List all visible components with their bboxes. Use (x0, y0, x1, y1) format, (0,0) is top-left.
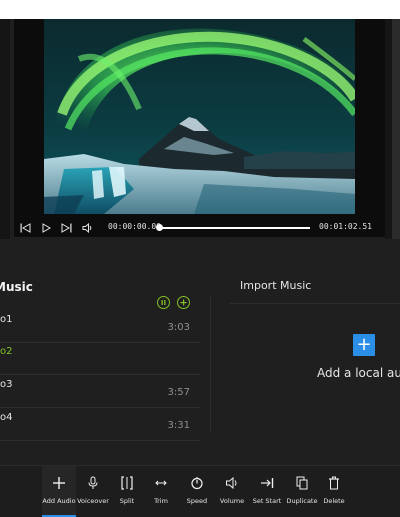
volume-label: Volume (219, 497, 245, 505)
speed-label: Speed (186, 497, 208, 505)
duplicate-label: Duplicate (286, 497, 318, 505)
list-item[interactable]: o2 (0, 342, 200, 375)
delete-icon (318, 476, 350, 492)
add-local-audio-button[interactable]: + (353, 334, 375, 356)
delete-label: Delete (323, 497, 345, 505)
track-duration: 3:57 (167, 387, 190, 398)
next-frame-icon (61, 223, 71, 233)
plus-circle-icon (180, 299, 187, 306)
window-top-strip (0, 0, 400, 19)
trim-label: Trim (154, 497, 168, 505)
speed-icon (178, 476, 216, 492)
volume-tool-button[interactable]: Volume (216, 466, 248, 517)
set-start-icon (248, 476, 286, 492)
duplicate-icon (286, 476, 318, 492)
volume-button[interactable] (80, 219, 94, 237)
panel-divider (210, 295, 211, 433)
volume-icon (82, 223, 91, 233)
duplicate-button[interactable]: Duplicate (286, 466, 318, 517)
speed-button[interactable]: Speed (178, 466, 216, 517)
track-duration: 3:31 (167, 420, 190, 431)
track-duration: 3:03 (167, 322, 190, 333)
track-name: o1 (0, 314, 13, 325)
pause-track-button[interactable] (157, 296, 170, 309)
microphone-icon (76, 476, 110, 492)
add-audio-button[interactable]: Add Audio (42, 466, 76, 517)
import-divider (230, 303, 400, 304)
previous-frame-button[interactable] (18, 219, 32, 237)
import-music-title: Import Music (240, 279, 312, 292)
current-time: 00:00:00.00 (108, 222, 161, 231)
set-start-label: Set Start (252, 497, 282, 505)
track-name: o4 (0, 412, 13, 423)
next-frame-button[interactable] (59, 219, 73, 237)
plus-icon (42, 476, 76, 492)
list-item[interactable]: o3 3:57 (0, 375, 200, 408)
set-start-button[interactable]: Set Start (248, 466, 286, 517)
right-panel-sliver (392, 19, 400, 239)
add-local-audio-label[interactable]: Add a local au (317, 366, 400, 380)
seek-thumb[interactable] (156, 224, 163, 231)
bottom-toolbar: Add Audio Voiceover Split Trim Speed Vol… (0, 465, 400, 517)
video-player: 00:00:00.00 00:01:02.51 (14, 19, 385, 237)
music-panel: Music o1 3:03 o2 o3 3:57 o4 3:31 Imp (0, 253, 400, 465)
add-track-button[interactable] (177, 296, 190, 309)
seek-bar[interactable] (160, 227, 310, 229)
volume-icon (216, 476, 248, 492)
total-time: 00:01:02.51 (319, 222, 372, 231)
track-name: o2 (0, 346, 13, 357)
trim-button[interactable]: Trim (144, 466, 178, 517)
video-preview[interactable] (44, 19, 355, 214)
list-item[interactable]: o1 3:03 (0, 310, 200, 343)
delete-button[interactable]: Delete (318, 466, 350, 517)
pause-icon (161, 300, 166, 305)
left-edge (0, 19, 10, 239)
plus-icon: + (356, 334, 372, 355)
split-label: Split (119, 497, 135, 505)
previous-frame-icon (20, 223, 30, 233)
music-title: Music (0, 280, 33, 294)
list-item[interactable]: o4 3:31 (0, 408, 200, 441)
playback-controls: 00:00:00.00 00:01:02.51 (14, 219, 385, 237)
aurora-landscape-image (44, 19, 355, 214)
play-button[interactable] (39, 219, 53, 237)
split-button[interactable]: Split (110, 466, 144, 517)
track-name: o3 (0, 379, 13, 390)
voiceover-button[interactable]: Voiceover (76, 466, 110, 517)
split-icon (110, 476, 144, 492)
add-audio-label: Add Audio (42, 497, 76, 505)
voiceover-label: Voiceover (77, 497, 109, 505)
play-icon (42, 223, 51, 233)
trim-icon (144, 476, 178, 492)
